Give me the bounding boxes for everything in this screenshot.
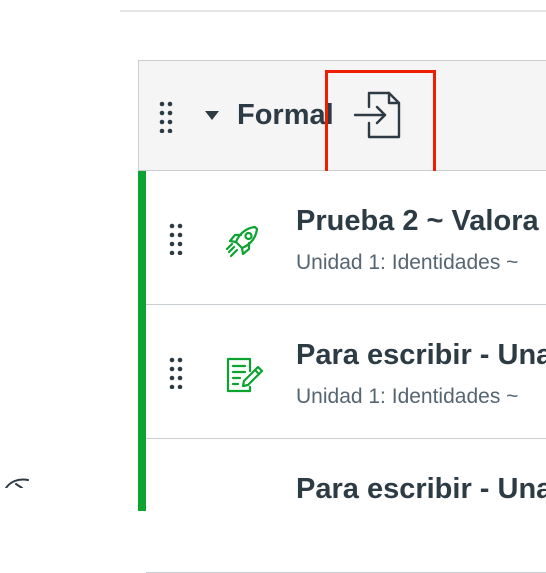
drag-handle-icon[interactable]: [169, 357, 183, 389]
caret-down-icon[interactable]: [205, 111, 219, 121]
assignment-icon: [224, 355, 264, 395]
list-item[interactable]: Para escribir - Una: [146, 439, 546, 573]
list-item[interactable]: Para escribir - Una Unidad 1: Identidade…: [146, 305, 546, 439]
item-title[interactable]: Prueba 2 ~ Valora: [296, 205, 539, 238]
item-subtitle: Unidad 1: Identidades ~: [296, 251, 519, 274]
drag-handle-icon[interactable]: [159, 101, 173, 133]
drag-handle-icon[interactable]: [169, 223, 183, 255]
item-title[interactable]: Para escribir - Una: [296, 339, 546, 372]
divider: [120, 10, 546, 12]
module-header[interactable]: Formal: [139, 61, 546, 174]
quiz-rocket-icon: [224, 221, 264, 261]
item-title[interactable]: Para escribir - Una: [296, 473, 546, 506]
module-title: Formal: [237, 99, 334, 131]
published-status-bar: [138, 171, 146, 511]
feather-icon: [0, 472, 40, 489]
module-container: Formal Prueba 2 ~ Valora Unidad 1: Ident…: [138, 60, 546, 573]
highlight-box: [325, 70, 436, 174]
item-subtitle: Unidad 1: Identidades ~: [296, 385, 519, 408]
list-item[interactable]: Prueba 2 ~ Valora Unidad 1: Identidades …: [146, 171, 546, 305]
